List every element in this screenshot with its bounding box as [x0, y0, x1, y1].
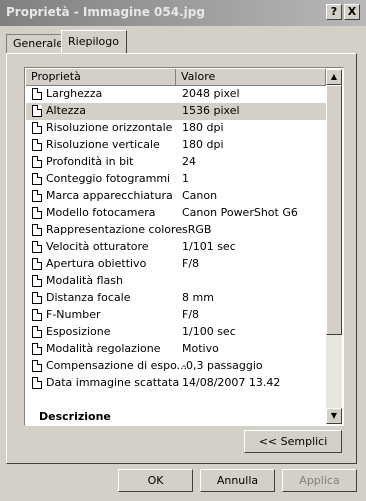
property-name: Modalità flash — [46, 274, 123, 287]
list-item[interactable]: Modalità regolazione Motivo — [26, 341, 326, 358]
property-name: Modalità regolazione — [46, 342, 161, 355]
document-icon — [32, 139, 42, 151]
document-icon — [32, 241, 42, 253]
property-name: F-Number — [46, 308, 101, 321]
property-name: Data immagine scattata — [46, 376, 180, 389]
list-item[interactable]: Conteggio fotogrammi 1 — [26, 171, 326, 188]
property-value: F/8 — [182, 308, 200, 321]
document-icon — [32, 122, 42, 134]
property-name: Risoluzione orizzontale — [46, 121, 173, 134]
column-header-value[interactable]: Valore — [176, 69, 326, 85]
property-value: 8 mm — [182, 291, 214, 304]
list-item[interactable]: Compensazione di espo... -0,3 passaggio — [26, 358, 326, 375]
property-value: 1/101 sec — [182, 240, 236, 253]
document-icon — [32, 292, 42, 304]
cancel-button[interactable]: Annulla — [200, 469, 275, 492]
list-item[interactable]: Velocità otturatore 1/101 sec — [26, 239, 326, 256]
section-descrizione[interactable]: Descrizione — [39, 410, 111, 423]
property-name: Velocità otturatore — [46, 240, 149, 253]
property-name: Distanza focale — [46, 291, 131, 304]
property-name: Conteggio fotogrammi — [46, 172, 171, 185]
help-button[interactable]: ? — [326, 4, 342, 20]
document-icon — [32, 88, 42, 100]
list-item[interactable]: Profondità in bit 24 — [26, 154, 326, 171]
property-name: Risoluzione verticale — [46, 138, 160, 151]
property-name: Esposizione — [46, 325, 111, 338]
property-value: 24 — [182, 155, 196, 168]
semplici-button[interactable]: << Semplici — [244, 430, 342, 453]
property-value: 180 dpi — [182, 121, 224, 134]
list-item[interactable]: Larghezza 2048 pixel — [26, 86, 326, 103]
column-header-property[interactable]: Proprietà — [26, 69, 176, 85]
list-item[interactable]: Rappresentazione colore sRGB — [26, 222, 326, 239]
property-name: Larghezza — [46, 87, 103, 100]
list-item[interactable]: F-Number F/8 — [26, 307, 326, 324]
property-value: sRGB — [182, 223, 212, 236]
property-name: Profondità in bit — [46, 155, 134, 168]
document-icon — [32, 258, 42, 270]
vertical-scrollbar[interactable]: ▲ ▼ — [326, 69, 342, 424]
list-item[interactable]: Altezza 1536 pixel — [26, 103, 326, 120]
property-value: Canon PowerShot G6 — [182, 206, 298, 219]
list-item[interactable]: Risoluzione orizzontale 180 dpi — [26, 120, 326, 137]
list-item[interactable]: Risoluzione verticale 180 dpi — [26, 137, 326, 154]
tab-generale[interactable]: Generale — [6, 34, 63, 53]
document-icon — [32, 275, 42, 287]
list-item[interactable]: Apertura obiettivo F/8 — [26, 256, 326, 273]
document-icon — [32, 326, 42, 338]
property-value: F/8 — [182, 257, 200, 270]
window-title: Proprietà - Immagine 054.jpg — [6, 5, 205, 19]
document-icon — [32, 309, 42, 321]
apply-button[interactable]: Applica — [282, 469, 357, 492]
property-value: 1 — [182, 172, 189, 185]
property-name: Altezza — [46, 104, 86, 117]
document-icon — [32, 105, 42, 117]
list-item[interactable]: Modello fotocamera Canon PowerShot G6 — [26, 205, 326, 222]
scroll-thumb[interactable] — [326, 85, 342, 335]
list-item[interactable]: Esposizione 1/100 sec — [26, 324, 326, 341]
property-value: -0,3 passaggio — [182, 359, 263, 372]
properties-list[interactable]: Proprietà Valore Larghezza 2048 pixel Alte… — [24, 67, 344, 426]
document-icon — [32, 173, 42, 185]
list-item[interactable]: Data immagine scattata 14/08/2007 13.42 — [26, 375, 326, 392]
property-value: 2048 pixel — [182, 87, 240, 100]
document-icon — [32, 377, 42, 389]
tab-riepilogo[interactable]: Riepilogo — [61, 30, 127, 53]
document-icon — [32, 156, 42, 168]
property-name: Marca apparecchiatura — [46, 189, 173, 202]
close-button[interactable]: X — [344, 4, 360, 20]
ok-button[interactable]: OK — [118, 469, 193, 492]
document-icon — [32, 207, 42, 219]
list-item[interactable]: Modalità flash — [26, 273, 326, 290]
properties-dialog: Proprietà - Immagine 054.jpg ? X General… — [0, 0, 366, 501]
list-item[interactable]: Marca apparecchiatura Canon — [26, 188, 326, 205]
property-value: 180 dpi — [182, 138, 224, 151]
property-name: Apertura obiettivo — [46, 257, 147, 270]
document-icon — [32, 360, 42, 372]
property-value: Motivo — [182, 342, 219, 355]
property-value: Canon — [182, 189, 218, 202]
document-icon — [32, 224, 42, 236]
scroll-down-button[interactable]: ▼ — [326, 408, 342, 424]
property-name: Compensazione di espo... — [46, 359, 188, 372]
document-icon — [32, 343, 42, 355]
property-value: 1536 pixel — [182, 104, 240, 117]
property-name: Rappresentazione colore — [46, 223, 183, 236]
document-icon — [32, 190, 42, 202]
title-bar[interactable]: Proprietà - Immagine 054.jpg ? X — [0, 0, 366, 26]
list-item[interactable]: Distanza focale 8 mm — [26, 290, 326, 307]
property-name: Modello fotocamera — [46, 206, 156, 219]
scroll-up-button[interactable]: ▲ — [326, 69, 342, 85]
property-value: 14/08/2007 13.42 — [182, 376, 281, 389]
property-value: 1/100 sec — [182, 325, 236, 338]
list-header: Proprietà Valore — [26, 69, 326, 86]
